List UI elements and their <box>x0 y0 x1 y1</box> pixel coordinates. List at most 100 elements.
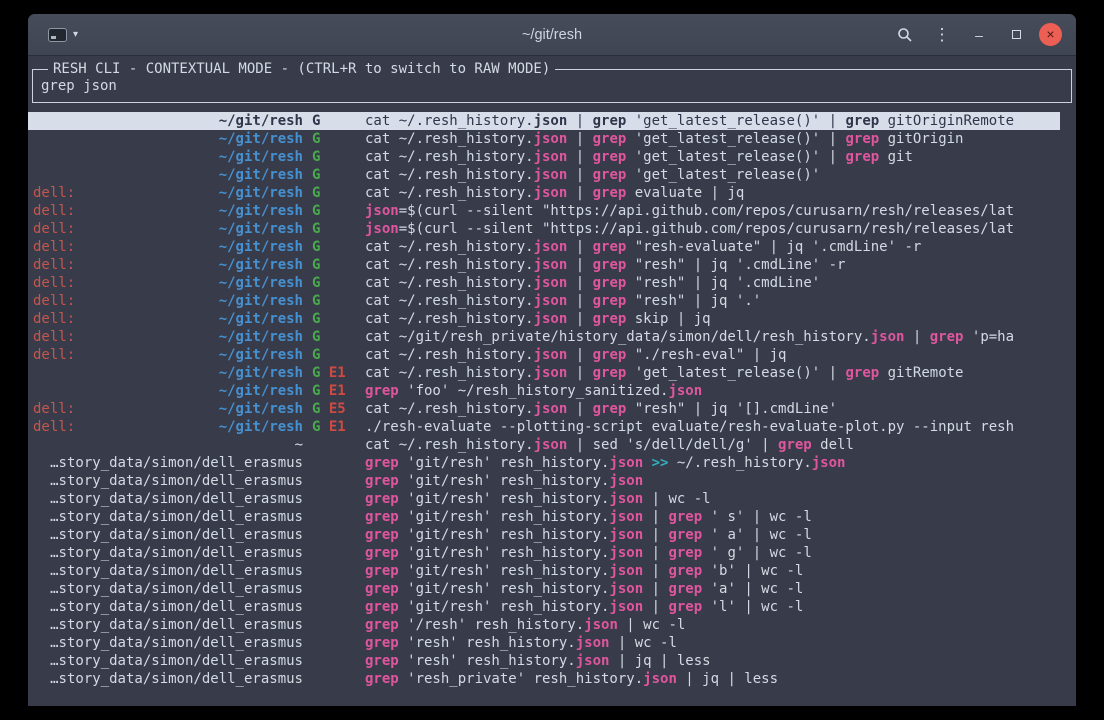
host-label: dell: <box>33 400 75 418</box>
command-segment: "resh" | jq '.cmdLine' -r <box>626 257 845 273</box>
command-segment: "resh-evaluate" | jq '.cmdLine' -r <box>626 239 921 255</box>
menu-button[interactable]: ⋮ <box>928 21 956 49</box>
command-segment: 'resh' resh_history. <box>399 635 576 651</box>
command-segment: | <box>567 293 592 309</box>
history-row[interactable]: dell:~/git/reshGcat ~/.resh_history.json… <box>28 274 1060 292</box>
history-row[interactable]: …story_data/simon/dell_erasmusgrep 'git/… <box>28 598 1060 616</box>
directory-label: …story_data/simon/dell_erasmus <box>33 598 303 616</box>
history-row[interactable]: ~/git/reshG E1grep 'foo' ~/resh_history_… <box>28 382 1060 400</box>
history-row[interactable]: ~/git/reshG E1cat ~/.resh_history.json |… <box>28 364 1060 382</box>
match-highlight: grep <box>593 185 627 201</box>
match-highlight: grep <box>930 329 964 345</box>
history-row[interactable]: …story_data/simon/dell_erasmusgrep 'git/… <box>28 490 1060 508</box>
match-highlight: grep <box>365 581 399 597</box>
command-segment: | <box>567 311 592 327</box>
restore-button[interactable] <box>1002 21 1030 49</box>
directory-label: …story_data/simon/dell_erasmus <box>33 490 303 508</box>
minimize-button[interactable]: – <box>965 21 993 49</box>
match-highlight: grep <box>845 149 879 165</box>
history-row[interactable]: ~/git/reshGcat ~/.resh_history.json | gr… <box>28 166 1060 184</box>
redirect-operator: >> <box>652 455 669 471</box>
command-text: cat ~/.resh_history.json | grep 'get_lat… <box>365 112 1060 130</box>
match-highlight: json <box>609 491 643 507</box>
history-row[interactable]: dell:~/git/reshG E1./resh-evaluate --plo… <box>28 418 1060 436</box>
directory-label: ~/git/resh <box>75 418 303 436</box>
history-row[interactable]: dell:~/git/reshG E5cat ~/.resh_history.j… <box>28 400 1060 418</box>
flags <box>303 508 365 526</box>
match-highlight: json <box>812 455 846 471</box>
history-row[interactable]: dell:~/git/reshGcat ~/git/resh_private/h… <box>28 328 1060 346</box>
command-segment: | <box>567 257 592 273</box>
history-row[interactable]: ~cat ~/.resh_history.json | sed 's/dell/… <box>28 436 1060 454</box>
match-highlight: grep <box>365 455 399 471</box>
match-highlight: grep <box>365 653 399 669</box>
match-highlight: grep <box>365 383 399 399</box>
match-highlight: json <box>365 221 399 237</box>
command-segment: 'resh' resh_history. <box>399 653 576 669</box>
search-button[interactable] <box>891 21 919 49</box>
history-row[interactable]: ~/git/reshGcat ~/.resh_history.json | gr… <box>28 130 1060 148</box>
history-row-selected[interactable]: ~/git/reshGcat ~/.resh_history.json | gr… <box>28 112 1060 130</box>
row-context: dell:~/git/resh <box>33 346 303 364</box>
directory-label: ~/git/resh <box>75 238 303 256</box>
match-highlight: grep <box>365 599 399 615</box>
history-row[interactable]: …story_data/simon/dell_erasmusgrep 'resh… <box>28 634 1060 652</box>
match-highlight: grep <box>668 599 702 615</box>
row-context: …story_data/simon/dell_erasmus <box>33 526 303 544</box>
history-row[interactable]: …story_data/simon/dell_erasmusgrep 'resh… <box>28 652 1060 670</box>
row-context: …story_data/simon/dell_erasmus <box>33 616 303 634</box>
command-segment: 'a' | wc -l <box>702 581 803 597</box>
directory-label: ~/git/resh <box>75 184 303 202</box>
history-row[interactable]: …story_data/simon/dell_erasmusgrep 'resh… <box>28 670 1060 688</box>
history-row[interactable]: dell:~/git/reshGcat ~/.resh_history.json… <box>28 310 1060 328</box>
command-segment: | <box>567 149 592 165</box>
directory-label: ~/git/resh <box>33 166 303 184</box>
history-row[interactable]: …story_data/simon/dell_erasmusgrep 'git/… <box>28 472 1060 490</box>
history-row[interactable]: …story_data/simon/dell_erasmusgrep 'git/… <box>28 508 1060 526</box>
search-query-input[interactable]: grep json <box>41 77 1063 96</box>
history-row[interactable]: dell:~/git/reshGcat ~/.resh_history.json… <box>28 346 1060 364</box>
history-row[interactable]: dell:~/git/reshGcat ~/.resh_history.json… <box>28 292 1060 310</box>
command-text: cat ~/git/resh_private/history_data/simo… <box>365 328 1060 346</box>
flags: G <box>303 112 365 130</box>
history-row[interactable]: …story_data/simon/dell_erasmusgrep 'git/… <box>28 562 1060 580</box>
row-context: ~/git/resh <box>33 364 303 382</box>
history-row[interactable]: ~/git/reshGcat ~/.resh_history.json | gr… <box>28 148 1060 166</box>
command-segment: 'l' | wc -l <box>702 599 803 615</box>
command-text: grep 'git/resh' resh_history.json | grep… <box>365 580 1060 598</box>
command-segment: 'p=ha <box>963 329 1014 345</box>
command-text: grep 'resh' resh_history.json | wc -l <box>365 634 1060 652</box>
directory-label: …story_data/simon/dell_erasmus <box>33 508 303 526</box>
command-segment: | <box>567 365 592 381</box>
chevron-down-icon: ▾ <box>73 30 78 40</box>
history-row[interactable]: …story_data/simon/dell_erasmusgrep 'git/… <box>28 526 1060 544</box>
match-highlight: grep <box>668 563 702 579</box>
history-row[interactable]: dell:~/git/reshGjson=$(curl --silent "ht… <box>28 220 1060 238</box>
command-segment: | <box>567 185 592 201</box>
new-terminal-button[interactable]: ▾ <box>42 24 84 46</box>
match-highlight: grep <box>593 167 627 183</box>
command-segment: | wc -l <box>618 617 685 633</box>
history-row[interactable]: …story_data/simon/dell_erasmusgrep 'git/… <box>28 580 1060 598</box>
directory-label: ~/git/resh <box>75 328 303 346</box>
history-row[interactable]: dell:~/git/reshGcat ~/.resh_history.json… <box>28 256 1060 274</box>
history-row[interactable]: dell:~/git/reshGcat ~/.resh_history.json… <box>28 238 1060 256</box>
history-row[interactable]: …story_data/simon/dell_erasmusgrep 'git/… <box>28 454 1060 472</box>
directory-label: …story_data/simon/dell_erasmus <box>33 526 303 544</box>
history-row[interactable]: …story_data/simon/dell_erasmusgrep 'git/… <box>28 544 1060 562</box>
close-button[interactable]: × <box>1039 23 1062 46</box>
host-label: dell: <box>33 274 75 292</box>
search-icon <box>897 27 913 43</box>
history-row[interactable]: dell:~/git/reshGjson=$(curl --silent "ht… <box>28 202 1060 220</box>
history-row[interactable]: dell:~/git/reshGcat ~/.resh_history.json… <box>28 184 1060 202</box>
command-segment: | <box>904 329 929 345</box>
history-row[interactable]: …story_data/simon/dell_erasmusgrep '/res… <box>28 616 1060 634</box>
flags <box>303 580 365 598</box>
row-context: dell:~/git/resh <box>33 220 303 238</box>
titlebar-controls: ⋮ – × <box>891 21 1076 49</box>
directory-label: ~/git/resh <box>75 202 303 220</box>
command-text: grep 'git/resh' resh_history.json >> ~/.… <box>365 454 1060 472</box>
command-segment: 'get_latest_release()' | <box>626 113 845 129</box>
command-text: cat ~/.resh_history.json | grep evaluate… <box>365 184 1060 202</box>
flags <box>303 436 365 454</box>
